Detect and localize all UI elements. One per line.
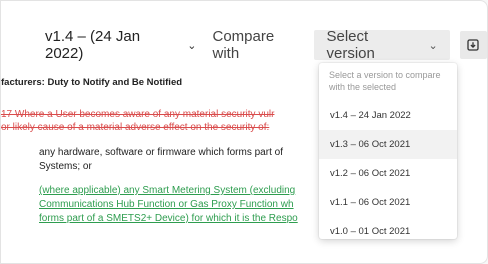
chevron-down-icon: ⌄ — [187, 39, 197, 52]
compare-with-label: Compare with — [212, 28, 275, 62]
version-option[interactable]: v1.2 – 06 Oct 2021 — [319, 159, 457, 188]
compare-version-select[interactable]: Select version ⌄ — [314, 28, 450, 62]
dropdown-hint: Select a version to compare with the sel… — [329, 70, 441, 92]
inserted-text-line: forms part of a SMETS2+ Device) for whic… — [39, 213, 298, 224]
download-icon — [467, 39, 480, 51]
download-button[interactable] — [459, 31, 487, 59]
toolbar: v1.4 – (24 Jan 2022) ⌄ Compare with Sele… — [37, 28, 487, 62]
version-option[interactable]: v1.4 – 24 Jan 2022 — [319, 101, 457, 130]
chevron-down-icon: ⌄ — [428, 39, 438, 52]
version-option[interactable]: v1.0 – 01 Oct 2021 — [319, 217, 457, 246]
inserted-text-line: Communications Hub Function or Gas Proxy… — [39, 199, 294, 210]
compare-version-dropdown: Select a version to compare with the sel… — [319, 63, 457, 239]
body-text-line: Systems; or — [39, 161, 92, 172]
current-version-label: v1.4 – (24 Jan 2022) — [45, 28, 141, 62]
compare-version-placeholder: Select version — [326, 28, 375, 62]
version-option[interactable]: v1.1 – 06 Oct 2021 — [319, 188, 457, 217]
current-version-select[interactable]: v1.4 – (24 Jan 2022) ⌄ — [37, 28, 205, 62]
deleted-text-line: 17 Where a User becomes aware of any mat… — [1, 109, 275, 120]
body-text-line: any hardware, software or firmware which… — [39, 147, 283, 158]
deleted-text-line: or likely cause of a material adverse ef… — [1, 122, 270, 133]
version-option[interactable]: v1.3 – 06 Oct 2021 — [319, 130, 457, 159]
section-heading: facturers: Duty to Notify and Be Notifie… — [1, 77, 183, 88]
document-panel: v1.4 – (24 Jan 2022) ⌄ Compare with Sele… — [0, 0, 488, 264]
inserted-text-line: (where applicable) any Smart Metering Sy… — [39, 185, 296, 196]
